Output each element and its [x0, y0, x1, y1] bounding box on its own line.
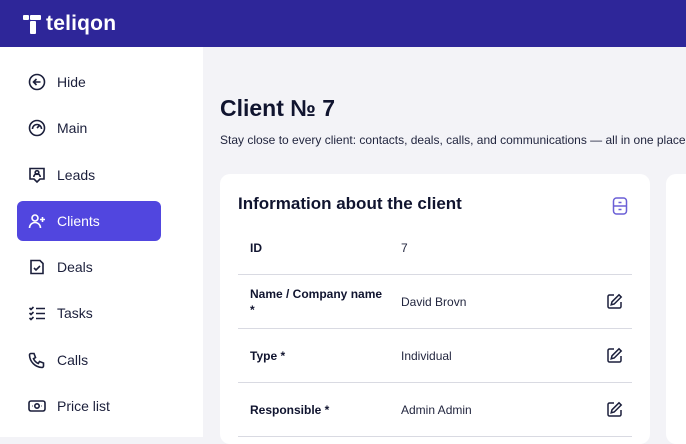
- sidebar-item-label: Price list: [57, 398, 110, 414]
- sidebar-item-calls[interactable]: Calls: [17, 340, 161, 380]
- card-title: Information about the client: [238, 194, 462, 213]
- info-row-responsible: Responsible * Admin Admin: [238, 383, 632, 437]
- brand-name: teliqon: [46, 11, 117, 35]
- page-subtitle: Stay close to every client: contacts, de…: [220, 133, 686, 147]
- sidebar-item-tasks[interactable]: Tasks: [17, 293, 161, 333]
- dashboard-gauge-icon: [27, 118, 47, 138]
- teliqon-logo-icon: [23, 14, 41, 34]
- page-title: Client № 7: [220, 95, 336, 121]
- field-value: Individual: [401, 349, 452, 363]
- arrow-left-circle-icon: [27, 72, 47, 92]
- sidebar-item-label: Tasks: [57, 305, 93, 321]
- sidebar-item-price-list[interactable]: Price list: [17, 386, 161, 426]
- field-label: Type *: [250, 349, 286, 363]
- deal-document-icon: [27, 257, 47, 277]
- info-row-type: Type * Individual: [238, 329, 632, 383]
- field-label: Name / Company name *: [250, 287, 383, 317]
- main-content: Client № 7 Stay close to every client: c…: [203, 47, 686, 444]
- field-value: 7: [401, 241, 408, 255]
- edit-icon[interactable]: [606, 293, 623, 310]
- sidebar-item-label: Hide: [57, 74, 86, 90]
- sidebar-item-label: Main: [57, 120, 88, 136]
- lead-badge-icon: [27, 165, 47, 185]
- sidebar-item-leads[interactable]: Leads: [17, 155, 161, 195]
- field-value: David Brovn: [401, 295, 467, 309]
- edit-icon[interactable]: [606, 347, 623, 364]
- sidebar-item-main[interactable]: Main: [17, 108, 161, 148]
- user-plus-icon: [27, 211, 47, 231]
- field-label: ID: [250, 241, 262, 255]
- sidebar-item-deals[interactable]: Deals: [17, 247, 161, 287]
- sidebar-item-label: Clients: [57, 213, 100, 229]
- money-bill-icon: [27, 396, 47, 416]
- info-row-name: Name / Company name * David Brovn: [238, 275, 632, 329]
- sidebar-item-clients[interactable]: Clients: [17, 201, 161, 241]
- phone-icon: [27, 350, 47, 370]
- device-icon[interactable]: [612, 197, 628, 215]
- field-value: Admin Admin: [401, 403, 472, 417]
- task-list-icon: [27, 303, 47, 323]
- sidebar-item-label: Calls: [57, 352, 89, 368]
- client-info-card: Information about the client ID 7 Name /…: [220, 174, 650, 444]
- top-bar: teliqon: [0, 0, 686, 47]
- edit-icon[interactable]: [606, 401, 623, 418]
- field-label: Responsible *: [250, 403, 330, 417]
- info-row-id: ID 7: [238, 221, 632, 275]
- sidebar-item-label: Deals: [57, 259, 93, 275]
- brand-logo[interactable]: teliqon: [22, 12, 116, 36]
- sidebar: Hide Main Leads Clients Deals Tasks Call…: [0, 47, 203, 437]
- sidebar-item-hide[interactable]: Hide: [17, 62, 161, 102]
- secondary-card: [666, 174, 686, 444]
- sidebar-item-label: Leads: [57, 167, 96, 183]
